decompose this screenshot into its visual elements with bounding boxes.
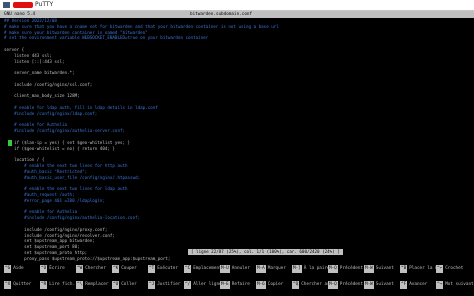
editor-line[interactable]: if ($geo-whitelist = no) { return 404; } — [4, 146, 115, 152]
shortcut-label: Avancer — [409, 282, 428, 287]
shortcut-item[interactable]: M-A Marquer — [256, 265, 286, 273]
shortcut-label: Copier — [267, 282, 284, 287]
shortcut-label: Justifier — [157, 282, 181, 287]
shortcut-item[interactable]: ^J Justifier — [148, 281, 180, 289]
shortcut-item[interactable]: ^X Quitter — [4, 281, 31, 289]
shortcut-key: M-6 — [256, 281, 266, 289]
shortcut-item[interactable]: M-W Suivant — [364, 265, 394, 273]
editor-line[interactable]: #include /config/nginx/authelia-server.c… — [4, 128, 125, 134]
nano-filename: bitwarden.subdomain.conf — [190, 12, 253, 17]
shortcut-item[interactable]: M-E Refaire — [220, 281, 250, 289]
shortcut-item[interactable]: ^K Couper — [112, 265, 137, 273]
shortcut-item[interactable]: ^C Emplacement — [184, 265, 222, 273]
shortcut-item[interactable]: M-Q Précédent — [328, 281, 363, 289]
shortcut-label: Suivant — [375, 282, 394, 287]
editor-line[interactable]: listen [::]:443 ssl; — [4, 59, 64, 65]
shortcut-label: Mot suivant — [445, 282, 474, 287]
shortcut-key: M-W — [364, 265, 374, 273]
shortcut-label: Coller — [121, 282, 137, 287]
nano-version: GNU nano 5.4 — [4, 12, 36, 17]
shortcut-label: Annuler — [231, 266, 250, 271]
shortcut-row-1: ^G Aide ^O Écrire ^W Chercher ^K Couper ^T Exécut… — [0, 265, 474, 273]
shortcut-label: À la paire — [303, 266, 330, 271]
nano-header: GNU nano 5.4 bitwarden.subdomain.conf — [0, 11, 474, 18]
shortcut-label: Précédent — [339, 282, 364, 287]
shortcut-row-2: ^X Quitter ^R Lire fich. ^\ Remplacer ^U Coller… — [0, 281, 474, 289]
status-message: [ ligne 22/87 (25%), col. 1/1 (100%), ca… — [188, 249, 343, 255]
shortcut-item[interactable]: M-Q Précédent — [328, 265, 363, 273]
shortcut-item[interactable]: ^\ Remplacer — [76, 281, 108, 289]
redacted-host — [13, 2, 33, 8]
shortcut-key: M-] — [292, 265, 302, 273]
editor-line[interactable]: include /config/nginx/ssl.conf; — [4, 82, 92, 88]
shortcut-key: M-U — [220, 265, 230, 273]
shortcut-label: Quitter — [13, 282, 32, 287]
shortcut-label: Emplacement — [193, 266, 222, 271]
shortcut-item[interactable]: ^/Aller ligne — [184, 281, 222, 289]
shortcut-item[interactable]: ^T Exécuter — [148, 265, 178, 273]
editor-line[interactable]: server_name bitwarden.*; — [4, 70, 75, 76]
shortcut-label: Aller ligne — [193, 282, 222, 287]
shortcut-item[interactable]: ^→ Mot suivant — [436, 281, 474, 289]
shortcut-item[interactable]: ^O Écrire — [40, 265, 65, 273]
shortcut-key: M-Q — [328, 265, 338, 273]
shortcut-label: Écrire — [49, 266, 65, 271]
shortcut-key: M-E — [220, 281, 230, 289]
shortcut-label: Refaire — [231, 282, 250, 287]
editor-line[interactable]: #include /config/nginx/ldap.conf; — [4, 111, 97, 117]
shortcut-label: Lire fich. — [49, 282, 76, 287]
shortcut-label: Exécuter — [157, 266, 178, 271]
shortcut-label: Couper — [121, 266, 137, 271]
shortcut-item[interactable]: ^G Aide — [4, 265, 24, 273]
shortcut-item[interactable]: M-U Annuler — [220, 265, 250, 273]
shortcut-item[interactable]: M-6 Copier — [256, 281, 283, 289]
shortcut-label: Marquer — [267, 266, 286, 271]
title-bar[interactable]: PuTTY — [0, 0, 474, 11]
shortcut-item[interactable]: ^F Avancer — [400, 281, 427, 289]
putty-window: PuTTY GNU nano 5.4 bitwarden.subdomain.c… — [0, 0, 474, 296]
editor-line[interactable]: #error_page 401 =200 /ldaplogin; — [4, 198, 105, 204]
shortcut-item[interactable]: ^R Lire fich. — [40, 281, 75, 289]
shortcut-item[interactable]: M-W Suivant — [364, 281, 394, 289]
shortcut-item[interactable]: ^U Coller — [112, 281, 137, 289]
shortcut-label: Crochet — [445, 266, 464, 271]
editor-line[interactable]: # set the environment variable WEBSOCKET… — [4, 35, 208, 41]
editor-line[interactable]: client_max_body_size 128M; — [4, 93, 80, 99]
putty-app-icon[interactable] — [3, 2, 10, 8]
shortcut-label: Chercher — [85, 266, 106, 271]
shortcut-key: M-W — [364, 281, 374, 289]
text-cursor — [8, 139, 12, 146]
editor-line[interactable]: #auth_basic_user_file /config/nginx/.htp… — [4, 175, 140, 181]
shortcut-item[interactable]: ^B Placer la ma — [400, 265, 440, 273]
shortcut-item[interactable]: ^← Crochet — [436, 265, 463, 273]
window-title: PuTTY — [35, 1, 54, 8]
editor-line[interactable]: #include /config/nginx/authelia-location… — [4, 215, 140, 221]
shortcut-label: Remplacer — [85, 282, 109, 287]
shortcut-item[interactable]: ^W Chercher — [76, 265, 106, 273]
shortcut-item[interactable]: M-] À la paire — [292, 265, 330, 273]
editor-line[interactable]: proxy_pass $upstream_proto://$upstream_a… — [4, 256, 170, 262]
shortcut-key: M-Q — [328, 281, 338, 289]
shortcut-label: Aide — [13, 266, 24, 271]
editor-area[interactable]: ## Version 2022/12/08 # make sure that yo… — [0, 18, 474, 276]
shortcut-label: Suivant — [375, 266, 394, 271]
shortcut-key: M-A — [256, 265, 266, 273]
shortcut-label: Précédent — [339, 266, 364, 271]
